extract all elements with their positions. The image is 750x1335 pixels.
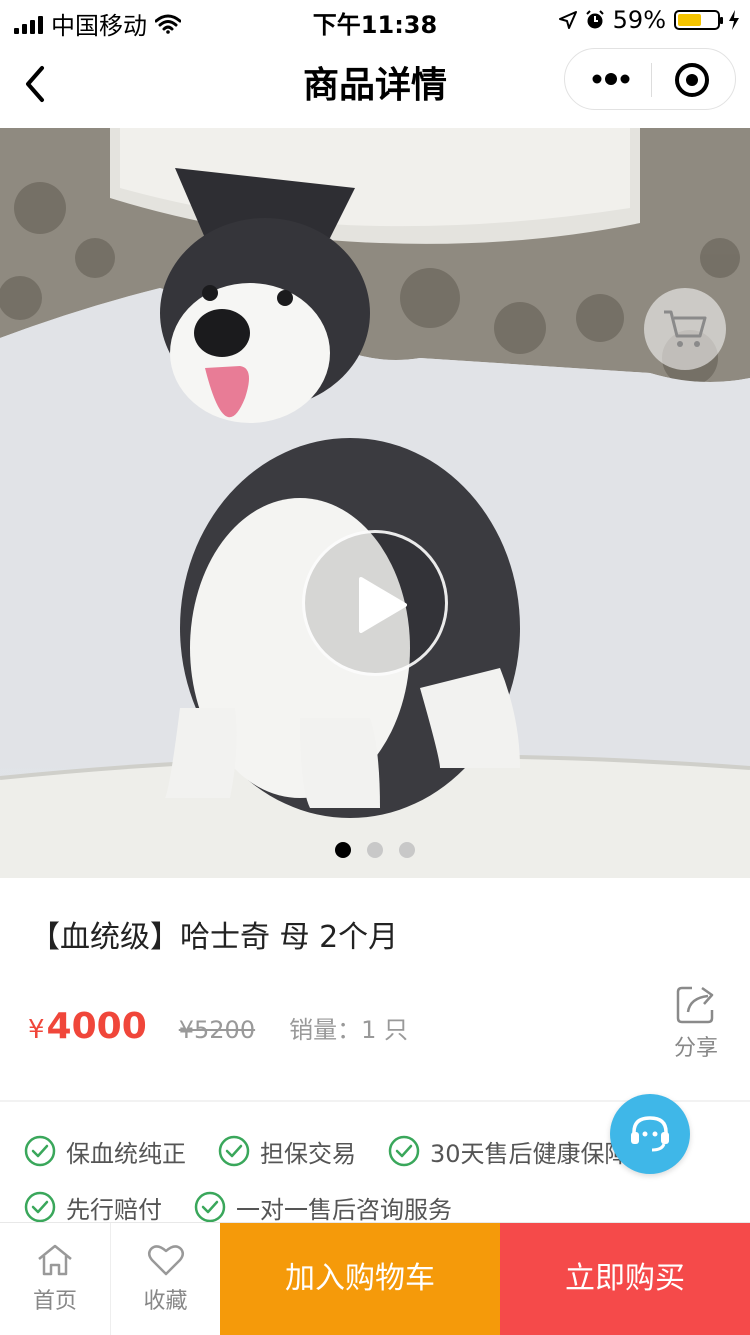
heart-icon (147, 1245, 184, 1276)
battery-icon (674, 10, 723, 30)
close-mini-program-icon[interactable] (673, 61, 711, 99)
share-label: 分享 (673, 1036, 718, 1061)
carousel-dot[interactable] (335, 842, 351, 858)
original-price: ¥5200 (178, 1016, 256, 1044)
guarantee-item: 30天售后健康保障 (388, 1134, 629, 1169)
capsule-divider (651, 63, 652, 97)
favorite-label: 收藏 (143, 1289, 188, 1314)
charging-icon (729, 10, 739, 30)
mini-program-capsule (564, 48, 736, 110)
bottom-action-bar: 首页 收藏 加入购物车 立即购买 (0, 1222, 750, 1335)
current-price: 4000 (46, 1006, 147, 1047)
carousel-indicators (0, 842, 750, 858)
share-button[interactable]: 分享 (668, 982, 724, 1062)
share-icon (676, 986, 714, 1024)
sales-count: 销量：1 只 (289, 1016, 409, 1044)
carousel-dot[interactable] (367, 842, 383, 858)
price-row: ¥ 4000 ¥5200 销量：1 只 (28, 1006, 408, 1056)
guarantee-item: 一对一售后咨询服务 (194, 1190, 452, 1225)
location-arrow-icon (558, 11, 577, 29)
battery-percent: 59% (612, 6, 666, 34)
check-circle-icon (24, 1191, 56, 1223)
carousel-dot[interactable] (399, 842, 415, 858)
product-image-carousel[interactable] (0, 128, 750, 878)
add-to-cart-button[interactable]: 加入购物车 (220, 1223, 500, 1335)
product-title: 【血统级】哈士奇 母 2个月 (30, 920, 399, 955)
husky-puppy-image (0, 128, 750, 878)
buy-now-button[interactable]: 立即购买 (500, 1223, 750, 1335)
video-play-button[interactable] (302, 530, 448, 676)
play-icon (359, 577, 407, 633)
home-button[interactable]: 首页 (0, 1223, 111, 1335)
status-right: 59% (558, 6, 740, 34)
home-label: 首页 (32, 1289, 77, 1314)
status-bar: 中国移动 下午11:38 59% (0, 0, 750, 40)
check-circle-icon (194, 1191, 226, 1223)
floating-cart-button[interactable] (644, 288, 726, 370)
check-circle-icon (388, 1135, 420, 1167)
check-circle-icon (24, 1135, 56, 1167)
alarm-icon (585, 10, 604, 29)
check-circle-icon (218, 1135, 250, 1167)
headset-icon (631, 1116, 669, 1152)
shopping-cart-icon (664, 310, 707, 347)
home-icon (38, 1244, 72, 1276)
guarantee-item: 保血统纯正 (24, 1134, 186, 1169)
favorite-button[interactable]: 收藏 (111, 1223, 220, 1335)
guarantee-item: 先行赔付 (24, 1190, 162, 1225)
guarantee-item: 担保交易 (218, 1134, 356, 1169)
currency-symbol: ¥ (28, 1015, 45, 1045)
customer-service-button[interactable] (610, 1094, 690, 1174)
more-options-icon[interactable] (591, 69, 631, 89)
nav-bar: 商品详情 (0, 40, 750, 128)
